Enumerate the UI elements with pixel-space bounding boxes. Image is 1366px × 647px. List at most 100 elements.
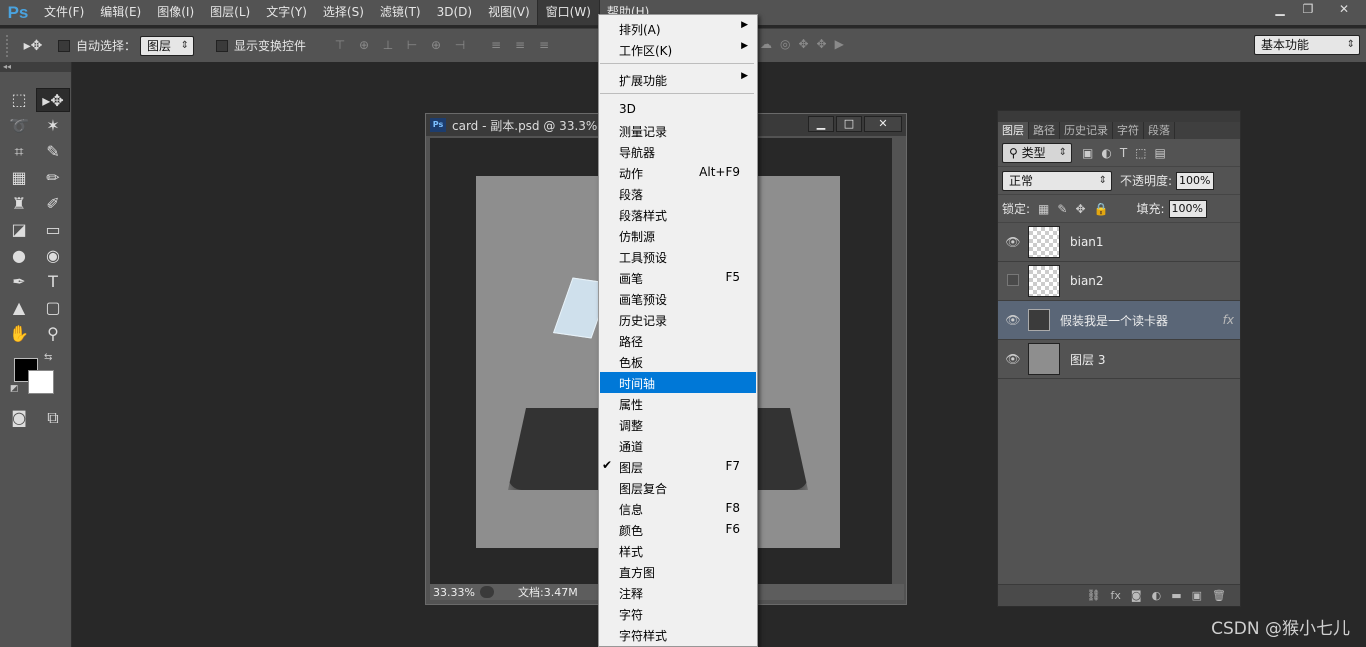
tab-paths[interactable]: 路径 — [1029, 122, 1060, 139]
filter-shape-icon[interactable]: ⬚ — [1135, 146, 1146, 160]
distribute-vcenter-icon[interactable]: ≡ — [510, 38, 530, 54]
menu-view[interactable]: 视图(V) — [480, 0, 538, 25]
menu-item[interactable]: 字符 — [600, 603, 756, 624]
brush-tool-icon[interactable]: ✏ — [36, 166, 70, 190]
3d-roll-icon[interactable]: ◎ — [780, 37, 790, 51]
3d-scale-icon[interactable]: ▶ — [835, 37, 844, 51]
toolbox-collapse-icon[interactable]: ◂◂ — [0, 62, 71, 72]
menu-window[interactable]: 窗口(W) — [536, 0, 600, 26]
menu-file[interactable]: 文件(F) — [36, 0, 92, 25]
layer-row[interactable]: 👁 图层 3 — [998, 340, 1240, 379]
filter-adjust-icon[interactable]: ◐ — [1101, 146, 1111, 160]
menu-item[interactable]: 调整 — [600, 414, 756, 435]
align-bottom-icon[interactable]: ⊥ — [378, 38, 398, 54]
auto-select-checkbox[interactable] — [58, 39, 70, 52]
lasso-tool-icon[interactable]: ➰ — [2, 114, 36, 138]
menu-item[interactable]: 字符样式 — [600, 624, 756, 645]
align-vcenter-icon[interactable]: ⊕ — [354, 38, 374, 54]
show-transform-checkbox[interactable] — [216, 39, 229, 52]
clone-stamp-tool-icon[interactable]: ♜ — [2, 192, 36, 216]
background-color-swatch[interactable] — [28, 370, 54, 394]
menu-layer[interactable]: 图层(L) — [202, 0, 258, 25]
default-colors-icon[interactable]: ◩ — [10, 384, 19, 394]
panel-top-bar[interactable] — [998, 111, 1240, 122]
visibility-eye-icon[interactable]: 👁 — [998, 313, 1028, 327]
crop-tool-icon[interactable]: ⌗ — [2, 140, 36, 164]
menu-item[interactable]: 属性 — [600, 393, 756, 414]
healing-brush-tool-icon[interactable]: ▦ — [2, 166, 36, 190]
doc-maximize-icon[interactable]: □ — [836, 116, 862, 132]
align-top-icon[interactable]: ⊤ — [330, 38, 350, 54]
layer-row[interactable]: 👁 bian1 — [998, 223, 1240, 262]
menu-item[interactable]: 注释 — [600, 582, 756, 603]
opacity-input[interactable]: 100% — [1176, 171, 1215, 190]
menu-item[interactable]: 段落 — [600, 183, 756, 204]
menu-item[interactable]: 扩展功能 ▶ — [600, 69, 756, 90]
close-icon[interactable]: ✕ — [1322, 0, 1366, 18]
hand-tool-icon[interactable]: ✋ — [2, 322, 36, 346]
filter-pixel-icon[interactable]: ▣ — [1082, 146, 1093, 160]
layer-filter-dropdown[interactable]: ⚲ 类型 — [1002, 142, 1072, 163]
gradient-tool-icon[interactable]: ▭ — [36, 218, 70, 242]
eyedropper-tool-icon[interactable]: ✎ — [36, 140, 70, 164]
distribute-bottom-icon[interactable]: ≡ — [534, 38, 554, 54]
menu-item[interactable]: 图层 F7 ✔ — [600, 456, 756, 477]
filter-smart-icon[interactable]: ▤ — [1155, 146, 1166, 160]
magic-wand-tool-icon[interactable]: ✶ — [36, 114, 70, 138]
doc-close-icon[interactable]: ✕ — [864, 116, 902, 132]
fill-input[interactable]: 100% — [1168, 199, 1207, 218]
menu-item[interactable]: 段落样式 — [600, 204, 756, 225]
screen-mode-icon[interactable]: ⧉ — [36, 406, 70, 430]
menu-item[interactable]: 路径 — [600, 330, 756, 351]
move-tool-preset-icon[interactable]: ▸✥ — [16, 38, 50, 54]
link-layers-icon[interactable]: ⛓ — [1087, 585, 1101, 606]
zoom-tool-icon[interactable]: ⚲ — [36, 322, 70, 346]
menu-item[interactable]: 导航器 — [600, 141, 756, 162]
doc-minimize-icon[interactable]: ▁ — [808, 116, 834, 132]
menu-item[interactable]: 画笔 F5 — [600, 267, 756, 288]
menu-item[interactable]: 工具预设 — [600, 246, 756, 267]
menu-item[interactable]: 仿制源 — [600, 225, 756, 246]
align-hcenter-icon[interactable]: ⊕ — [426, 38, 446, 54]
align-left-icon[interactable]: ⊢ — [402, 38, 422, 54]
path-selection-tool-icon[interactable]: ▲ — [2, 296, 36, 320]
menu-item[interactable]: 通道 — [600, 435, 756, 456]
lock-all-icon[interactable]: 🔒 — [1094, 202, 1109, 216]
menu-filter[interactable]: 滤镜(T) — [372, 0, 429, 25]
tab-history[interactable]: 历史记录 — [1060, 122, 1113, 139]
visibility-eye-icon[interactable]: 👁 — [998, 352, 1028, 366]
menu-edit[interactable]: 编辑(E) — [92, 0, 149, 25]
menu-item[interactable]: 样式 — [600, 540, 756, 561]
rectangle-tool-icon[interactable]: ▢ — [36, 296, 70, 320]
menu-item[interactable]: 颜色 F6 — [600, 519, 756, 540]
restore-icon[interactable]: ❐ — [1294, 0, 1322, 18]
menu-item[interactable]: 3D — [600, 99, 756, 120]
menu-item[interactable]: 时间轴 — [600, 372, 756, 393]
move-tool-icon[interactable]: ▸✥ — [36, 88, 70, 112]
dodge-tool-icon[interactable]: ◉ — [36, 244, 70, 268]
new-group-icon[interactable]: ▬ — [1171, 585, 1181, 606]
menu-item[interactable]: 画笔预设 — [600, 288, 756, 309]
visibility-eye-icon[interactable]: 👁 — [998, 235, 1028, 249]
add-style-icon[interactable]: fx — [1111, 585, 1121, 606]
type-tool-icon[interactable]: T — [36, 270, 70, 294]
add-mask-icon[interactable]: ◙ — [1131, 585, 1142, 606]
tab-paragraph[interactable]: 段落 — [1144, 122, 1175, 139]
menu-item[interactable]: 历史记录 — [600, 309, 756, 330]
menu-item[interactable]: 测量记录 — [600, 120, 756, 141]
workspace-dropdown[interactable]: 基本功能 — [1254, 35, 1360, 55]
marquee-tool-icon[interactable]: ⬚ — [2, 88, 36, 112]
menu-image[interactable]: 图像(I) — [149, 0, 202, 25]
distribute-top-icon[interactable]: ≡ — [486, 38, 506, 54]
3d-slide-icon[interactable]: ✥ — [817, 37, 827, 51]
quick-mask-icon[interactable]: ◙ — [2, 406, 36, 430]
blur-tool-icon[interactable]: ● — [2, 244, 36, 268]
lock-position-icon[interactable]: ✥ — [1075, 202, 1085, 216]
menu-item[interactable]: 图层复合 — [600, 477, 756, 498]
menu-item[interactable]: 工作区(K) ▶ — [600, 39, 756, 60]
auto-select-dropdown[interactable]: 图层 — [140, 35, 195, 56]
history-brush-tool-icon[interactable]: ✐ — [36, 192, 70, 216]
layer-row[interactable]: 👁 假装我是一个读卡器 fx — [998, 301, 1240, 340]
new-adjustment-icon[interactable]: ◐ — [1152, 585, 1162, 606]
3d-pan-icon[interactable]: ✥ — [798, 37, 808, 51]
